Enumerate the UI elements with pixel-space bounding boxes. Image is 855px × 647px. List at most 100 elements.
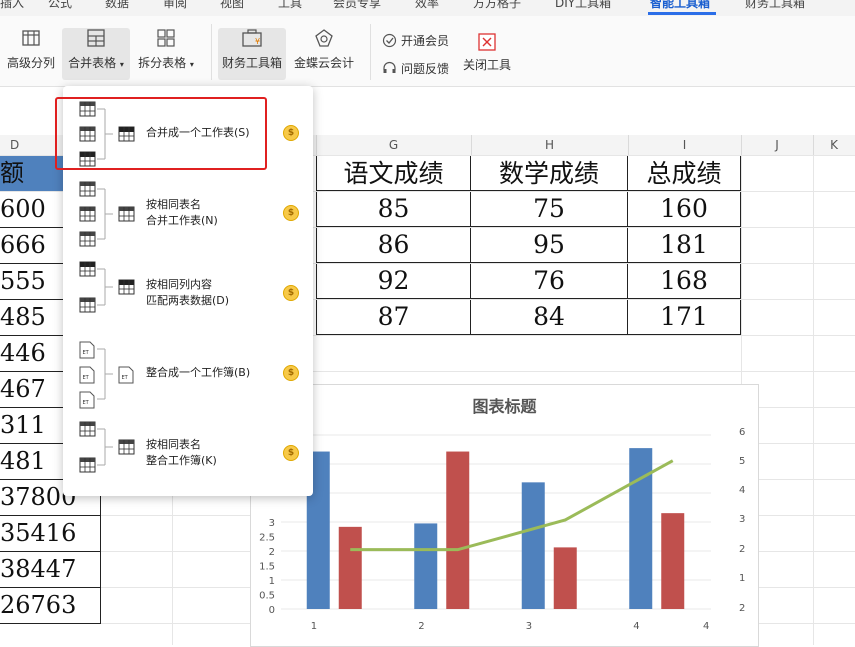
chart-bar	[338, 526, 362, 609]
document-et-icon: ET	[79, 391, 95, 409]
table-icon	[79, 181, 96, 197]
tab-data[interactable]: 数据	[105, 0, 129, 11]
y-tick-label: 3	[269, 518, 275, 529]
dropdown-item-label: 按相同表名 合并工作表(N)	[146, 198, 218, 227]
check-circle-icon	[382, 33, 397, 48]
menu-bar: 插入 公式 数据 审阅 视图 工具 会员专享 效率 方方格子 DIY工具箱 智能…	[0, 0, 855, 16]
table-cell[interactable]: 168	[628, 263, 741, 299]
feedback-button[interactable]: 问题反馈	[382, 60, 449, 77]
table-icon	[79, 421, 96, 437]
chevron-down-icon: ▾	[189, 60, 194, 69]
feedback-label: 问题反馈	[401, 62, 450, 76]
dropdown-item-graphic: ET ET ET ET	[79, 341, 134, 409]
ribbon-separator	[211, 24, 212, 80]
column-header-h[interactable]: H	[471, 135, 629, 155]
table-header-cell[interactable]: 总成绩	[628, 155, 741, 191]
svg-text:ET: ET	[83, 375, 90, 381]
table-cell[interactable]: 160	[628, 191, 741, 227]
close-tool-button[interactable]: 关闭工具	[460, 32, 514, 73]
table-cell[interactable]: 75	[471, 191, 628, 227]
split-column-icon	[22, 30, 40, 46]
coin-icon: $	[283, 125, 299, 141]
dropdown-item[interactable]: 按相同表名 整合工作簿(K) $	[63, 414, 313, 492]
tab-member[interactable]: 会员专享	[333, 0, 381, 11]
document-et-icon: ET	[118, 366, 134, 384]
svg-text:ET: ET	[83, 350, 90, 356]
cell-d-value[interactable]: 35416	[0, 515, 101, 552]
split-column-button[interactable]: 高级分列	[4, 28, 58, 71]
chart-bar	[661, 513, 685, 609]
tab-view[interactable]: 视图	[220, 0, 244, 11]
chart[interactable]: 图表标题 0 0.5 1 1.5 2 2.5 3 2 1 2 3 4 5 6 1 2 3 4 4	[250, 384, 759, 647]
tab-finance-toolbox[interactable]: 财务工具箱	[745, 0, 805, 11]
document-et-icon: ET	[79, 366, 95, 384]
table-icon	[79, 206, 96, 222]
tab-efficiency[interactable]: 效率	[415, 0, 439, 11]
coin-icon: $	[283, 365, 299, 381]
chevron-down-icon: ▾	[119, 60, 124, 69]
merge-table-icon	[87, 29, 105, 47]
ribbon-separator	[370, 24, 371, 80]
dropdown-item[interactable]: ET ET ET ET 整合成一个工作簿(B) $	[63, 334, 313, 412]
open-member-label: 开通会员	[401, 34, 450, 48]
dropdown-item-label: 按相同表名 整合工作簿(K)	[146, 438, 217, 467]
chart-bar	[553, 547, 577, 609]
dropdown-item-label: 整合成一个工作簿(B)	[146, 366, 251, 379]
x-tick-label: 2	[418, 621, 424, 632]
close-icon	[478, 33, 496, 51]
coin-icon: $	[283, 205, 299, 221]
y-tick-label: 1	[269, 576, 275, 587]
column-header-j[interactable]: J	[741, 135, 814, 155]
table-icon	[79, 261, 96, 277]
table-cell[interactable]: 87	[316, 299, 471, 335]
x-tick-label: 3	[526, 621, 532, 632]
cell-d-value[interactable]: 38447	[0, 551, 101, 588]
tab-smart-toolbox[interactable]: 智能工具箱	[650, 0, 710, 11]
finance-toolbox-button[interactable]: ¥ 财务工具箱	[220, 28, 284, 71]
tab-ffcell[interactable]: 方方格子	[473, 0, 521, 11]
tab-review[interactable]: 审阅	[163, 0, 187, 11]
tab-diy[interactable]: DIY工具箱	[555, 0, 611, 11]
table-header-cell[interactable]: 语文成绩	[316, 155, 471, 191]
y2-tick-label: 3	[739, 514, 745, 525]
merge-table-button[interactable]: 合并表格 ▾	[64, 28, 128, 71]
table-cell[interactable]: 85	[316, 191, 471, 227]
column-header-g[interactable]: G	[316, 135, 472, 155]
tab-tools[interactable]: 工具	[278, 0, 302, 11]
close-tool-label: 关闭工具	[462, 58, 511, 72]
kingdee-cloud-button[interactable]: 金蝶云会计	[292, 28, 356, 71]
grid-line	[813, 155, 814, 645]
split-table-label: 拆分表格 ▾	[138, 56, 194, 70]
dropdown-item-graphic	[79, 261, 135, 313]
table-icon	[118, 279, 135, 295]
table-icon	[118, 439, 135, 455]
y-tick-label: 2	[269, 547, 275, 558]
split-table-button[interactable]: 拆分表格 ▾	[134, 28, 198, 71]
y2-tick-label: 2	[739, 544, 745, 555]
open-member-button[interactable]: 开通会员	[382, 32, 449, 49]
table-cell[interactable]: 181	[628, 227, 741, 263]
y2-tick-label: 2	[739, 603, 745, 614]
table-cell[interactable]: 86	[316, 227, 471, 263]
table-cell[interactable]: 92	[316, 263, 471, 299]
table-cell[interactable]: 84	[471, 299, 628, 335]
dropdown-item[interactable]: 按相同列内容 匹配两表数据(D) $	[63, 254, 313, 332]
chart-line-series	[350, 459, 674, 552]
chart-plot: 0 0.5 1 1.5 2 2.5 3 2 1 2 3 4 5 6 1 2 3 4 4	[259, 427, 745, 632]
dropdown-item[interactable]: 按相同表名 合并工作表(N) $	[63, 174, 313, 252]
kingdee-cloud-label: 金蝶云会计	[293, 56, 354, 70]
column-header-i[interactable]: I	[628, 135, 742, 155]
table-cell[interactable]: 95	[471, 227, 628, 263]
table-cell[interactable]: 76	[471, 263, 628, 299]
tab-formula[interactable]: 公式	[48, 0, 72, 11]
column-header-k[interactable]: K	[813, 135, 855, 155]
table-header-cell[interactable]: 数学成绩	[471, 155, 628, 191]
dropdown-item-label: 按相同列内容 匹配两表数据(D)	[146, 278, 230, 307]
y2-tick-label: 6	[739, 427, 745, 438]
merge-table-label: 合并表格 ▾	[68, 56, 124, 70]
tab-insert[interactable]: 插入	[0, 0, 24, 11]
table-cell[interactable]: 171	[628, 299, 741, 335]
cell-d-value[interactable]: 26763	[0, 587, 101, 624]
finance-toolbox-label: 财务工具箱	[221, 56, 282, 70]
table-icon	[118, 206, 135, 222]
